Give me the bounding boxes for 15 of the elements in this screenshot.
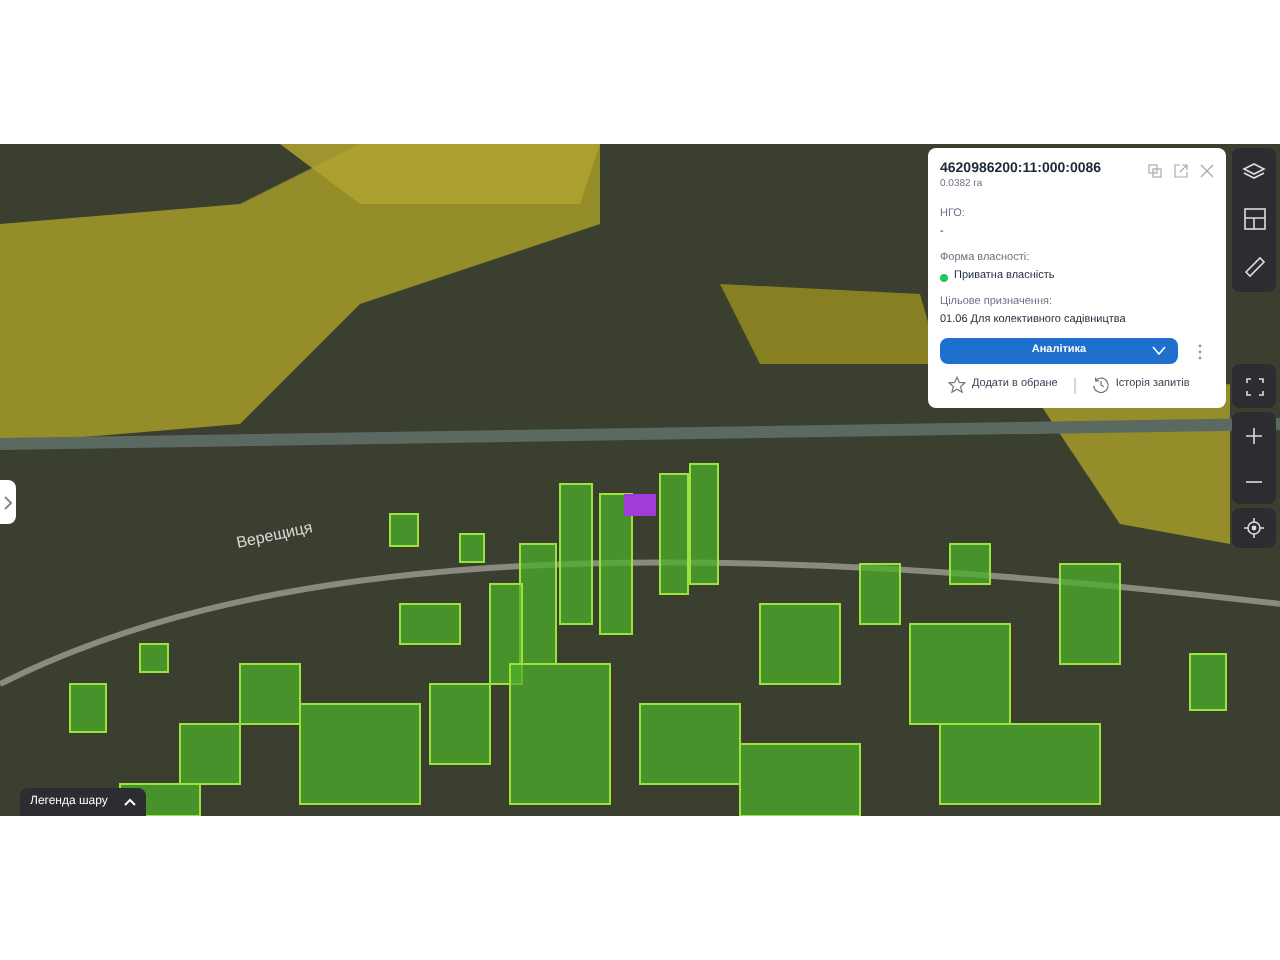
side-panel-toggle[interactable] [0,480,16,524]
locate-button[interactable] [1232,508,1276,548]
fullscreen-icon [1245,377,1263,395]
fullscreen-button[interactable] [1232,364,1276,408]
chevron-right-icon [4,495,12,509]
zoom-in-icon[interactable] [1246,427,1262,443]
layers-icon[interactable] [1242,161,1266,182]
map-grid-icon[interactable] [1243,207,1265,230]
history-icon [1091,376,1110,394]
locate-icon [1244,518,1264,538]
ruler-icon[interactable] [1243,256,1265,279]
chevron-up-icon [123,798,136,806]
star-icon [948,376,966,394]
river-label: Верещиця [234,516,315,556]
chevron-down-icon [1152,346,1166,356]
